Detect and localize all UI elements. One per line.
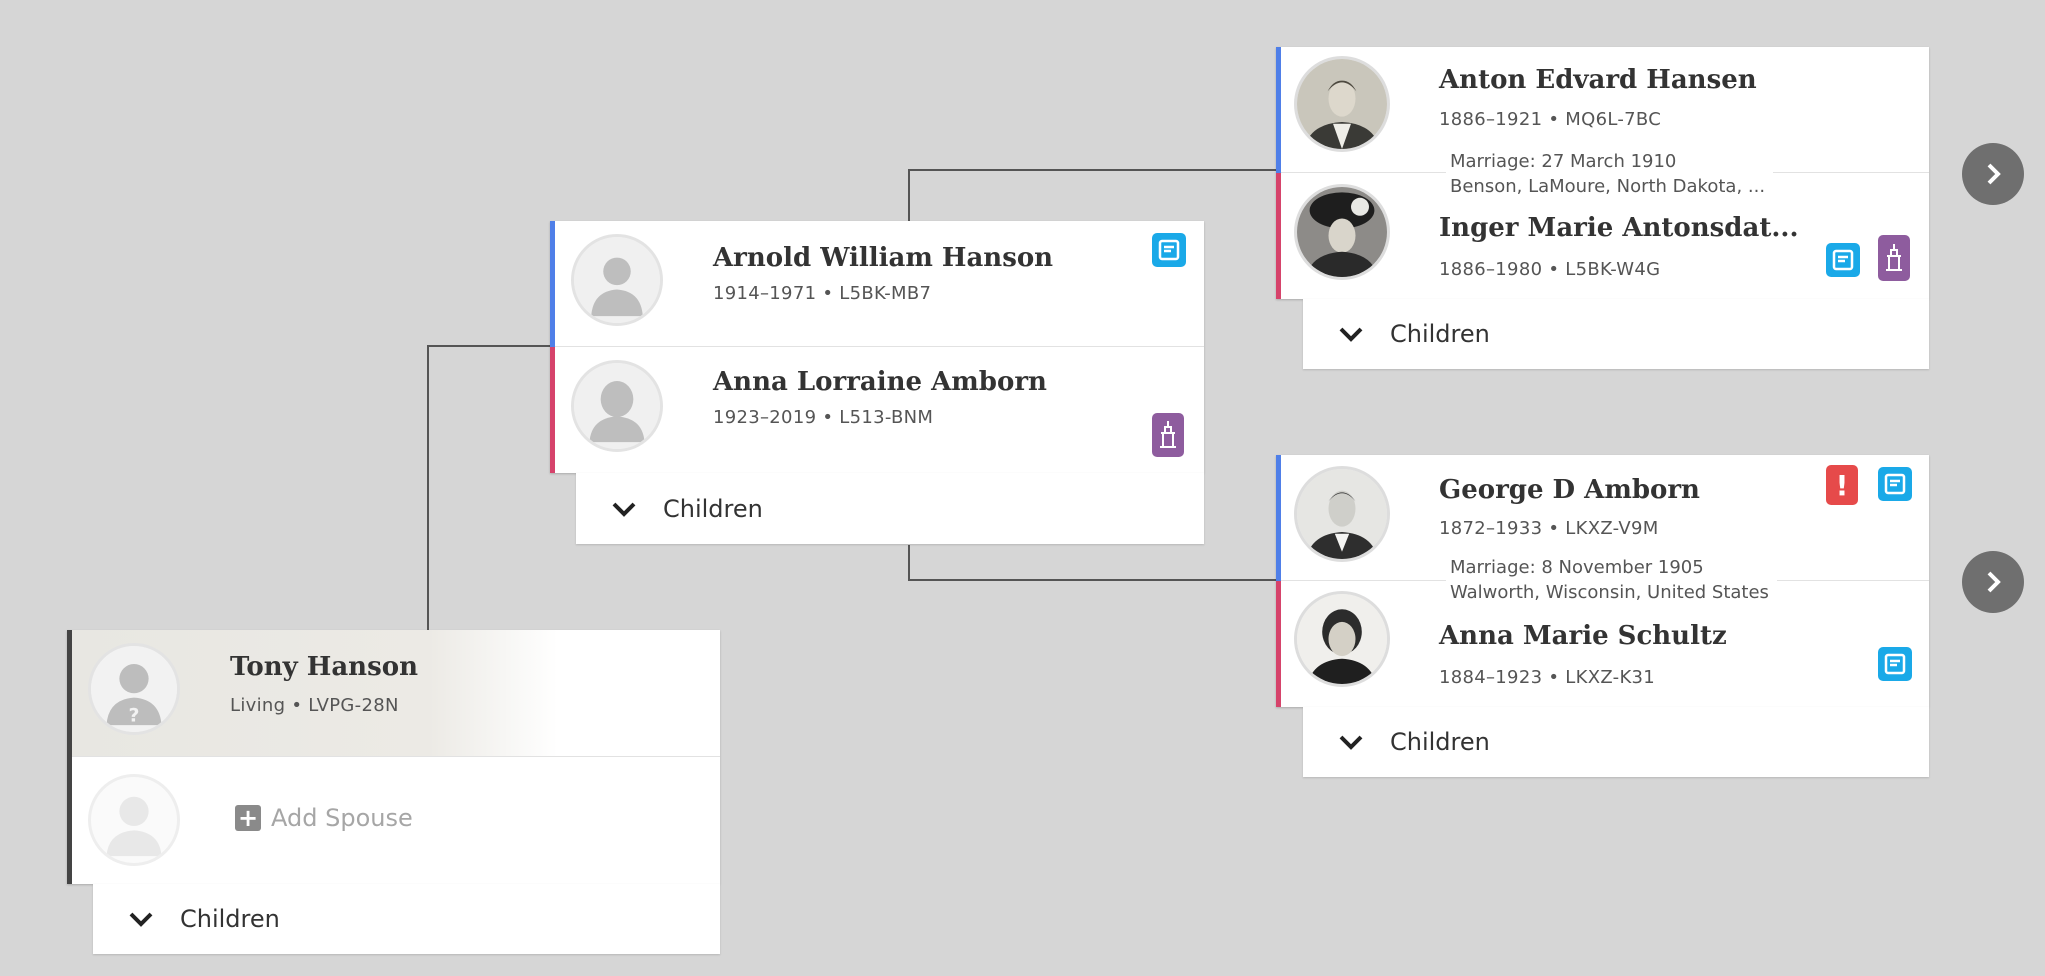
children-label: Children <box>1390 320 1490 348</box>
male-silhouette-icon <box>574 237 660 323</box>
female-silhouette-icon <box>574 363 660 449</box>
expand-ancestors-button[interactable] <box>1962 551 2024 613</box>
photo-avatar <box>1294 184 1390 280</box>
marriage-date: Marriage: 27 March 1910 <box>1450 151 1677 172</box>
chevron-down-icon <box>612 502 636 517</box>
children-toggle[interactable]: Children <box>576 473 1204 544</box>
person-card-arnold-william-hanson[interactable]: Arnold William Hanson 1914–1971 • L5BK-M… <box>550 221 1204 347</box>
person-name[interactable]: Arnold William Hanson <box>713 243 1053 273</box>
connector-line <box>908 169 910 221</box>
person-lifespan-id: 1872–1933 • LKXZ-V9M <box>1439 518 1659 539</box>
add-spouse-label: Add Spouse <box>271 804 413 832</box>
children-label: Children <box>1390 728 1490 756</box>
chevron-down-icon <box>1339 327 1363 342</box>
temple-icon[interactable] <box>1152 413 1184 457</box>
person-name[interactable]: George D Amborn <box>1439 475 1700 505</box>
person-lifespan-id: Living • LVPG-28N <box>230 695 399 716</box>
expand-ancestors-button[interactable] <box>1962 143 2024 205</box>
person-lifespan-id: 1914–1971 • L5BK-MB7 <box>713 283 932 304</box>
unknown-person-icon: ? <box>91 646 177 732</box>
children-toggle[interactable]: Children <box>93 884 720 954</box>
person-name[interactable]: Tony Hanson <box>230 652 418 682</box>
male-placeholder-avatar <box>571 234 663 326</box>
svg-text:?: ? <box>129 705 140 727</box>
children-label: Children <box>663 494 763 523</box>
connector-line <box>908 545 910 581</box>
marriage-place: Walworth, Wisconsin, United States <box>1450 582 1769 603</box>
person-card-anna-lorraine-amborn[interactable]: Anna Lorraine Amborn 1923–2019 • L513-BN… <box>550 347 1204 473</box>
connector-line <box>908 169 1278 171</box>
marriage-info: Marriage: 8 November 1905 Walworth, Wisc… <box>1446 555 1777 605</box>
add-spouse-button[interactable]: + Add Spouse <box>235 804 413 832</box>
person-lifespan-id: 1886–1980 • L5BK-W4G <box>1439 259 1661 280</box>
chevron-right-icon <box>1987 571 2001 593</box>
children-toggle[interactable]: Children <box>1303 707 1929 777</box>
photo-avatar <box>1294 591 1390 687</box>
grandparents-maternal-couple-card: George D Amborn 1872–1933 • LKXZ-V9M ! M… <box>1276 455 1929 707</box>
children-toggle[interactable]: Children <box>1303 299 1929 369</box>
focus-couple-card: ? Tony Hanson Living • LVPG-28N + Add Sp… <box>67 630 720 884</box>
grandparents-paternal-couple-card: Anton Edvard Hansen 1886–1921 • MQ6L-7BC… <box>1276 47 1929 299</box>
marriage-info: Marriage: 27 March 1910 Benson, LaMoure,… <box>1446 149 1774 199</box>
chevron-down-icon <box>1339 735 1363 750</box>
notes-icon[interactable] <box>1152 233 1186 267</box>
chevron-right-icon <box>1987 163 2001 185</box>
plus-icon: + <box>235 805 261 831</box>
photo-avatar <box>1294 56 1390 152</box>
temple-icon[interactable] <box>1878 235 1910 281</box>
empty-spouse-avatar <box>88 774 180 866</box>
female-placeholder-avatar <box>571 360 663 452</box>
chevron-down-icon <box>129 912 153 927</box>
man-portrait-photo <box>1297 469 1387 559</box>
person-placeholder-icon <box>91 777 177 863</box>
person-name[interactable]: Anna Marie Schultz <box>1439 621 1727 651</box>
person-name[interactable]: Anna Lorraine Amborn <box>713 367 1047 397</box>
photo-avatar <box>1294 466 1390 562</box>
connector-line <box>427 345 429 630</box>
person-name[interactable]: Anton Edvard Hansen <box>1439 65 1757 95</box>
person-name[interactable]: Inger Marie Antonsdat... <box>1439 213 1799 243</box>
notes-icon[interactable] <box>1826 243 1860 277</box>
woman-portrait-photo <box>1297 594 1387 684</box>
man-portrait-photo <box>1297 59 1387 149</box>
add-spouse-card[interactable]: + Add Spouse <box>67 757 720 884</box>
marriage-place: Benson, LaMoure, North Dakota, ... <box>1450 176 1766 197</box>
person-card-tony-hanson[interactable]: ? Tony Hanson Living • LVPG-28N <box>67 630 720 757</box>
marriage-date: Marriage: 8 November 1905 <box>1450 557 1704 578</box>
connector-line <box>427 345 557 347</box>
parents-couple-card: Arnold William Hanson 1914–1971 • L5BK-M… <box>550 221 1204 473</box>
alert-icon[interactable]: ! <box>1826 465 1858 505</box>
person-lifespan-id: 1923–2019 • L513-BNM <box>713 407 934 428</box>
notes-icon[interactable] <box>1878 647 1912 681</box>
woman-portrait-photo <box>1297 187 1387 277</box>
person-lifespan-id: 1884–1923 • LKXZ-K31 <box>1439 667 1656 688</box>
connector-line <box>908 579 1278 581</box>
person-lifespan-id: 1886–1921 • MQ6L-7BC <box>1439 109 1662 130</box>
notes-icon[interactable] <box>1878 467 1912 501</box>
unknown-person-avatar: ? <box>88 643 180 735</box>
children-label: Children <box>180 905 280 933</box>
